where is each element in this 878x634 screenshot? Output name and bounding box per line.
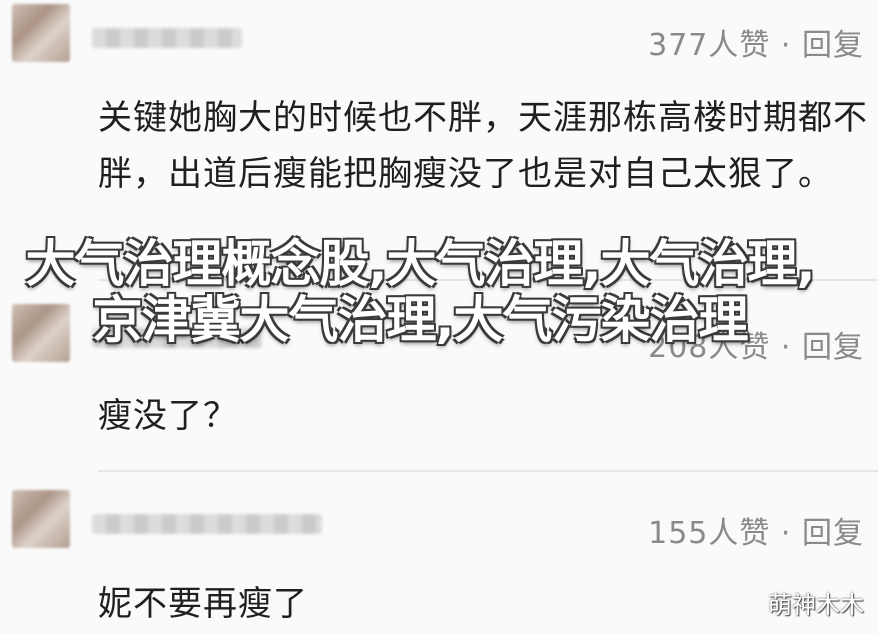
like-reply-meta[interactable]: 377人赞 · 回复 [648,20,864,64]
comment-text: 关键她胸大的时候也不胖，天涯那栋高楼时期都不胖，出道后瘦能把胸瘦没了也是对自己太… [98,98,868,194]
avatar[interactable] [12,490,70,548]
like-reply-meta[interactable]: 155人赞 · 回复 [648,508,864,552]
comment-text: 妮不要再瘦了 [98,584,308,624]
overlay-headline: 大气治理概念股,大气治理,大气治理,京津冀大气治理,大气污染治理 [25,235,816,349]
comment-screenshot: 377人赞 · 回复 关键她胸大的时候也不胖，天涯那栋高楼时期都不胖，出道后瘦能… [0,0,878,634]
avatar[interactable] [12,4,70,62]
comment-text: 瘦没了？ [98,396,238,436]
username-blurred[interactable] [92,514,322,534]
divider [98,470,878,472]
watermark: 萌神木木 [768,591,864,619]
username-blurred[interactable] [92,28,242,48]
